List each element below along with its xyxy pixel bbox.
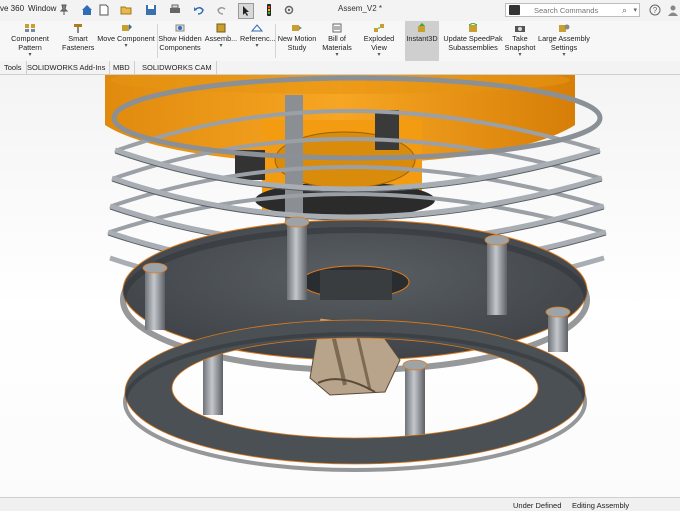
update-speedpak-button[interactable]: Update SpeedPak Subassemblies <box>442 21 504 61</box>
select-icon[interactable] <box>238 3 254 19</box>
exploded-view-button[interactable]: Exploded View ▾ <box>356 21 402 61</box>
svg-text:?: ? <box>653 6 658 15</box>
button-label: Show Hidden Components <box>158 34 202 52</box>
save-icon[interactable] <box>144 3 158 17</box>
standoff-post <box>284 216 310 300</box>
chevron-down-icon[interactable]: ▾ <box>0 52 60 58</box>
button-label: Move Component <box>97 34 155 43</box>
options-icon[interactable] <box>282 3 296 17</box>
assembly-features-icon <box>216 23 226 33</box>
print-icon[interactable] <box>168 3 182 17</box>
bill-of-materials-button[interactable]: Bill of Materials ▾ <box>320 21 354 61</box>
instant3d-button[interactable]: Instant3D <box>405 21 439 61</box>
take-snapshot-button[interactable]: Take Snapshot ▾ <box>504 21 536 61</box>
button-label: Instant3D <box>406 34 438 43</box>
redo-icon[interactable] <box>215 3 229 17</box>
camera-icon <box>515 26 525 32</box>
button-label: Bill of Materials <box>322 34 352 52</box>
move-component-button[interactable]: Move Component ▾ <box>96 21 156 61</box>
menu-item-ve360[interactable]: ve 360 <box>0 4 24 13</box>
instant3d-icon <box>418 23 425 32</box>
chevron-down-icon[interactable]: ▾ <box>320 52 354 58</box>
title-bar: ve 360 Window Assem_V2 * ⌕ ▾ ? <box>0 0 680 22</box>
button-label: Update SpeedPak Subassemblies <box>443 34 503 52</box>
chevron-down-icon[interactable]: ▾ <box>356 52 402 58</box>
button-label: Smart Fasteners <box>62 34 95 52</box>
search-icon[interactable]: ⌕ <box>622 5 627 16</box>
status-bar: Under Defined Editing Assembly <box>0 497 680 511</box>
button-label: Large Assembly Settings <box>538 34 590 52</box>
bill-of-materials-icon <box>332 23 342 33</box>
speedpak-icon <box>468 23 478 32</box>
user-icon[interactable] <box>666 3 680 17</box>
motion-study-icon <box>292 25 302 31</box>
large-assembly-settings-icon <box>559 24 570 32</box>
traffic-light-icon[interactable] <box>262 3 276 17</box>
command-search-icon <box>509 5 520 15</box>
component-pattern-button[interactable]: Component Pattern ▾ <box>0 21 60 61</box>
tab-mbd[interactable]: MBD <box>109 61 135 74</box>
standoff-post <box>142 262 168 330</box>
home-icon[interactable] <box>80 3 94 17</box>
open-icon[interactable] <box>119 3 133 17</box>
smart-fasteners-button[interactable]: Smart Fasteners <box>62 21 94 61</box>
show-hidden-components-button[interactable]: Show Hidden Components <box>158 21 202 61</box>
command-manager-ribbon: Component Pattern ▾ Smart Fasteners Move… <box>0 21 680 62</box>
new-document-icon[interactable] <box>97 3 111 17</box>
exploded-view-icon <box>374 24 384 32</box>
status-mode: Editing Assembly <box>572 501 630 510</box>
chevron-down-icon[interactable]: ▾ <box>633 6 637 14</box>
standoff-post <box>484 234 510 315</box>
chevron-down-icon[interactable]: ▾ <box>504 52 536 58</box>
pin-icon[interactable] <box>57 3 71 17</box>
standoff-post <box>402 359 428 440</box>
search-commands-box[interactable]: ⌕ ▾ <box>505 3 640 17</box>
graphics-area[interactable] <box>0 75 680 497</box>
component-pattern-icon <box>25 24 35 32</box>
document-title: Assem_V2 * <box>337 4 383 13</box>
assembly-model[interactable] <box>0 75 680 497</box>
menu-item-window[interactable]: Window <box>28 4 56 13</box>
search-input[interactable] <box>534 4 624 16</box>
new-motion-study-button[interactable]: New Motion Study <box>276 21 318 61</box>
tab-solidworks-cam[interactable]: SOLIDWORKS CAM <box>138 61 217 74</box>
tab-solidworks-add-ins[interactable]: SOLIDWORKS Add-Ins <box>23 61 111 74</box>
standoff-post <box>545 306 571 352</box>
help-icon[interactable]: ? <box>648 3 662 17</box>
button-label: Exploded View <box>363 34 395 52</box>
smart-fasteners-icon <box>74 24 82 33</box>
button-label: Assemb... <box>204 34 238 43</box>
assembly-features-button[interactable]: Assemb... ▾ <box>204 21 238 61</box>
reference-geometry-icon <box>251 24 263 32</box>
button-label: New Motion Study <box>277 34 317 52</box>
show-hidden-components-icon <box>175 24 185 32</box>
command-manager-tabs: Tools SOLIDWORKS Add-Ins MBD SOLIDWORKS … <box>0 61 680 75</box>
move-component-icon <box>122 24 132 31</box>
chevron-down-icon[interactable]: ▾ <box>96 43 156 49</box>
status-definition: Under Defined <box>513 501 562 510</box>
large-assembly-settings-button[interactable]: Large Assembly Settings ▾ <box>538 21 590 61</box>
button-label: Component Pattern <box>11 34 49 52</box>
reference-geometry-button[interactable]: Referenc... ▾ <box>240 21 276 61</box>
button-label: Take Snapshot <box>504 34 536 52</box>
chevron-down-icon[interactable]: ▾ <box>538 52 590 58</box>
chevron-down-icon[interactable]: ▾ <box>240 43 274 49</box>
button-label: Referenc... <box>240 34 276 43</box>
undo-icon[interactable] <box>192 3 206 17</box>
chevron-down-icon[interactable]: ▾ <box>204 43 238 49</box>
